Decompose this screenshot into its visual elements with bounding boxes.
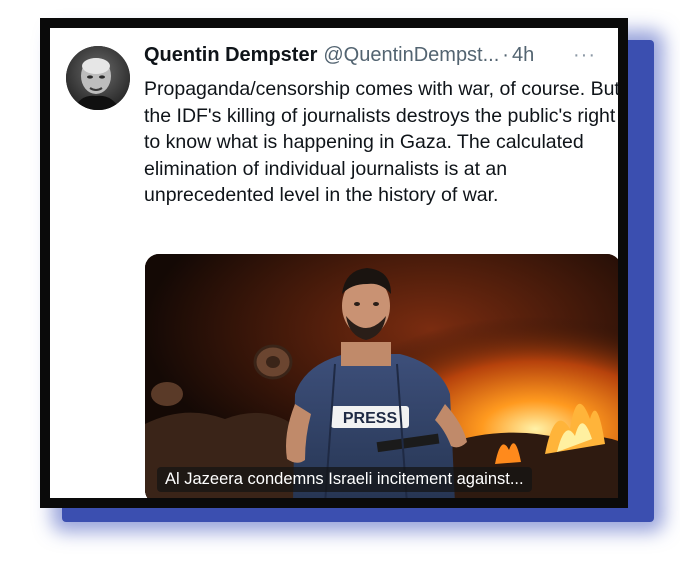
tweet-card[interactable]: Quentin Dempster @QuentinDempst... · 4h … bbox=[50, 28, 618, 498]
tweet-header: Quentin Dempster @QuentinDempst... · 4h … bbox=[144, 44, 604, 70]
avatar-portrait bbox=[66, 46, 130, 110]
author-name[interactable]: Quentin Dempster bbox=[144, 44, 317, 67]
press-label: PRESS bbox=[343, 410, 398, 427]
media-image: PRESS bbox=[145, 254, 618, 498]
tweet-text: Propaganda/censorship comes with war, of… bbox=[144, 78, 618, 206]
separator-dot: · bbox=[502, 44, 509, 66]
author-handle[interactable]: @QuentinDempst... bbox=[323, 44, 499, 67]
author-avatar[interactable] bbox=[66, 46, 130, 110]
tweet-media-card[interactable]: PRESS Al Jazeera condemns Israeli incite… bbox=[145, 254, 618, 498]
picture-frame: Quentin Dempster @QuentinDempst... · 4h … bbox=[40, 18, 628, 508]
more-options-icon[interactable]: ··· bbox=[573, 44, 596, 67]
tweet-timestamp[interactable]: 4h bbox=[512, 44, 534, 67]
media-caption: Al Jazeera condemns Israeli incitement a… bbox=[157, 467, 532, 492]
